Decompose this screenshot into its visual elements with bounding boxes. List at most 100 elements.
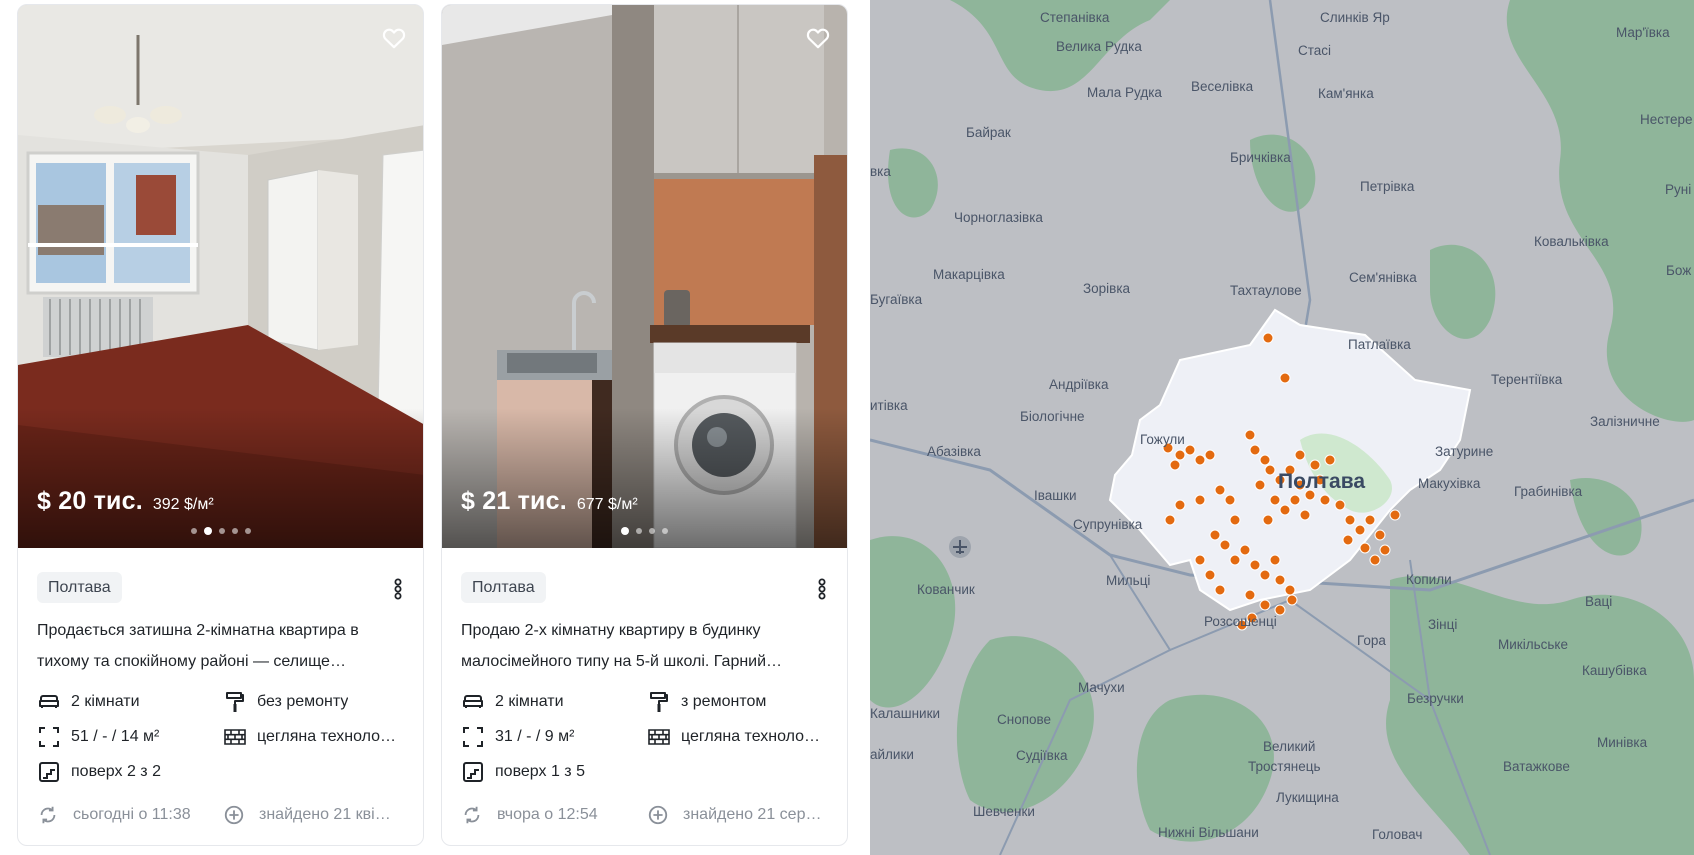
found-value: знайдено 21 кві… [259, 806, 391, 823]
price-per-m2: 392 $/м² [152, 496, 214, 513]
rooms-feature: 2 кімнати [461, 690, 631, 714]
place-label: Головач [1372, 827, 1422, 842]
place-label: Слинків Яр [1320, 10, 1390, 25]
stairs-icon [39, 762, 59, 782]
rooms-value: 2 кімнати [495, 693, 564, 710]
updated-value: сьогодні о 11:38 [73, 806, 191, 823]
listing-price: $ 21 тис. [461, 487, 567, 515]
place-label: Безручки [1407, 691, 1464, 706]
updated-info: сьогодні о 11:38 [37, 804, 212, 826]
photo-dot[interactable] [231, 528, 238, 534]
listing-description[interactable]: Продається затишна 2-кімнатна квартира в… [37, 615, 407, 677]
updated-value: вчора о 12:54 [497, 806, 598, 823]
brick-wall-icon [648, 729, 670, 745]
area-feature: 31 / - / 9 м² [461, 725, 631, 749]
price-per-m2: 677 $/м² [576, 496, 638, 513]
more-vertical-icon[interactable] [817, 576, 827, 602]
paint-roller-icon [226, 692, 244, 712]
photo-dot[interactable] [190, 528, 197, 534]
place-label: Біологічне [1020, 409, 1085, 424]
photo-dot[interactable] [636, 528, 642, 534]
listing-photo[interactable]: $ 20 тис. 392 $/м² [18, 5, 423, 548]
map-view[interactable]: Степанівка Слинків Яр Мар'ївка Велика Ру… [870, 0, 1694, 855]
place-label: Лукищина [1276, 790, 1339, 805]
place-label: Чорноглазівка [954, 210, 1043, 225]
map-canvas[interactable]: Степанівка Слинків Яр Мар'ївка Велика Ру… [870, 0, 1694, 855]
place-label: Тростянець [1248, 759, 1320, 774]
more-vertical-icon[interactable] [393, 576, 403, 602]
place-label: Кашубівка [1582, 663, 1647, 678]
place-label: Стасі [1298, 43, 1331, 58]
photo-pagination[interactable] [442, 527, 847, 535]
place-label: Бричківка [1230, 150, 1291, 165]
place-label: айлики [870, 747, 914, 762]
place-label: Бугаївка [870, 292, 923, 307]
listing-card[interactable]: $ 21 тис. 677 $/м² Полтава Продаю 2-х кі… [441, 4, 848, 846]
refresh-icon [464, 806, 480, 824]
city-area [1108, 308, 1472, 612]
paint-roller-icon [650, 692, 668, 712]
rooms-feature: 2 кімнати [37, 690, 207, 714]
place-label: Сем'янівка [1349, 270, 1417, 285]
listing-description[interactable]: Продаю 2-х кімнатну квартиру в будинку м… [461, 615, 831, 677]
place-label: Степанівка [1040, 10, 1110, 25]
listing-card[interactable]: $ 20 тис. 392 $/м² Полтава Продається за… [17, 4, 424, 846]
place-label: Веселівка [1191, 79, 1254, 94]
renovation-feature: з ремонтом [647, 690, 827, 714]
photo-dot-active[interactable] [203, 527, 212, 535]
renovation-feature: без ремонту [223, 690, 403, 714]
area-value: 51 / - / 14 м² [71, 728, 160, 745]
place-label: Патлаївка [1348, 337, 1411, 352]
photo-pagination[interactable] [18, 527, 423, 535]
building-type-value: цегляна техноло… [257, 728, 397, 745]
place-label: Мар'ївка [1616, 25, 1670, 40]
place-label: Супрунівка [1073, 517, 1143, 532]
place-label: Зорівка [1083, 281, 1131, 296]
place-label: Затурине [1435, 444, 1493, 459]
airport-icon [949, 536, 971, 558]
place-label: Мачухи [1078, 680, 1125, 695]
heart-icon[interactable] [381, 25, 407, 51]
floor-feature: поверх 2 з 2 [37, 760, 207, 784]
renovation-value: з ремонтом [681, 693, 767, 710]
place-label: Андріївка [1049, 377, 1109, 392]
building-type-value: цегляна техноло… [681, 728, 821, 745]
description-line: малосімейного типу на 5-й школі. Гарний… [461, 653, 783, 670]
place-label: Калашники [870, 706, 940, 721]
brick-wall-icon [224, 729, 246, 745]
updated-info: вчора о 12:54 [461, 804, 636, 826]
place-label: Копили [1406, 572, 1452, 587]
place-label: Гожули [1140, 432, 1185, 447]
place-label: Великий [1263, 739, 1315, 754]
place-label: Нестере [1640, 112, 1693, 127]
photo-dot[interactable] [244, 528, 251, 534]
place-label: Велика Рудка [1056, 39, 1142, 54]
city-label: Полтава [1278, 470, 1365, 493]
photo-dot-active[interactable] [621, 527, 629, 535]
area-icon [39, 727, 59, 747]
place-label: Тахтаулове [1230, 283, 1302, 298]
area-icon [463, 727, 483, 747]
place-label: Розсошенці [1204, 614, 1277, 629]
listing-photo[interactable]: $ 21 тис. 677 $/м² [442, 5, 847, 548]
sofa-icon [39, 695, 59, 708]
place-label: Нижні Вільшани [1158, 825, 1259, 840]
floor-value: поверх 2 з 2 [71, 763, 161, 780]
photo-dot[interactable] [662, 528, 668, 534]
photo-dot[interactable] [649, 528, 655, 534]
place-label: Минівка [1597, 735, 1648, 750]
heart-icon[interactable] [805, 25, 831, 51]
city-tag: Полтава [37, 572, 122, 603]
place-label: Івашки [1034, 488, 1077, 503]
found-info: знайдено 21 кві… [223, 804, 408, 826]
place-label: Терентіївка [1491, 372, 1563, 387]
place-label: Кам'янка [1318, 86, 1374, 101]
area-value: 31 / - / 9 м² [495, 728, 575, 745]
building-feature: цегляна техноло… [647, 725, 827, 749]
place-label: Байрак [966, 125, 1011, 140]
place-label: Макарцівка [933, 267, 1005, 282]
photo-dot[interactable] [218, 528, 225, 534]
place-label: Мильці [1106, 573, 1150, 588]
city-tag: Полтава [461, 572, 546, 603]
place-label: Ковальківка [1534, 234, 1609, 249]
